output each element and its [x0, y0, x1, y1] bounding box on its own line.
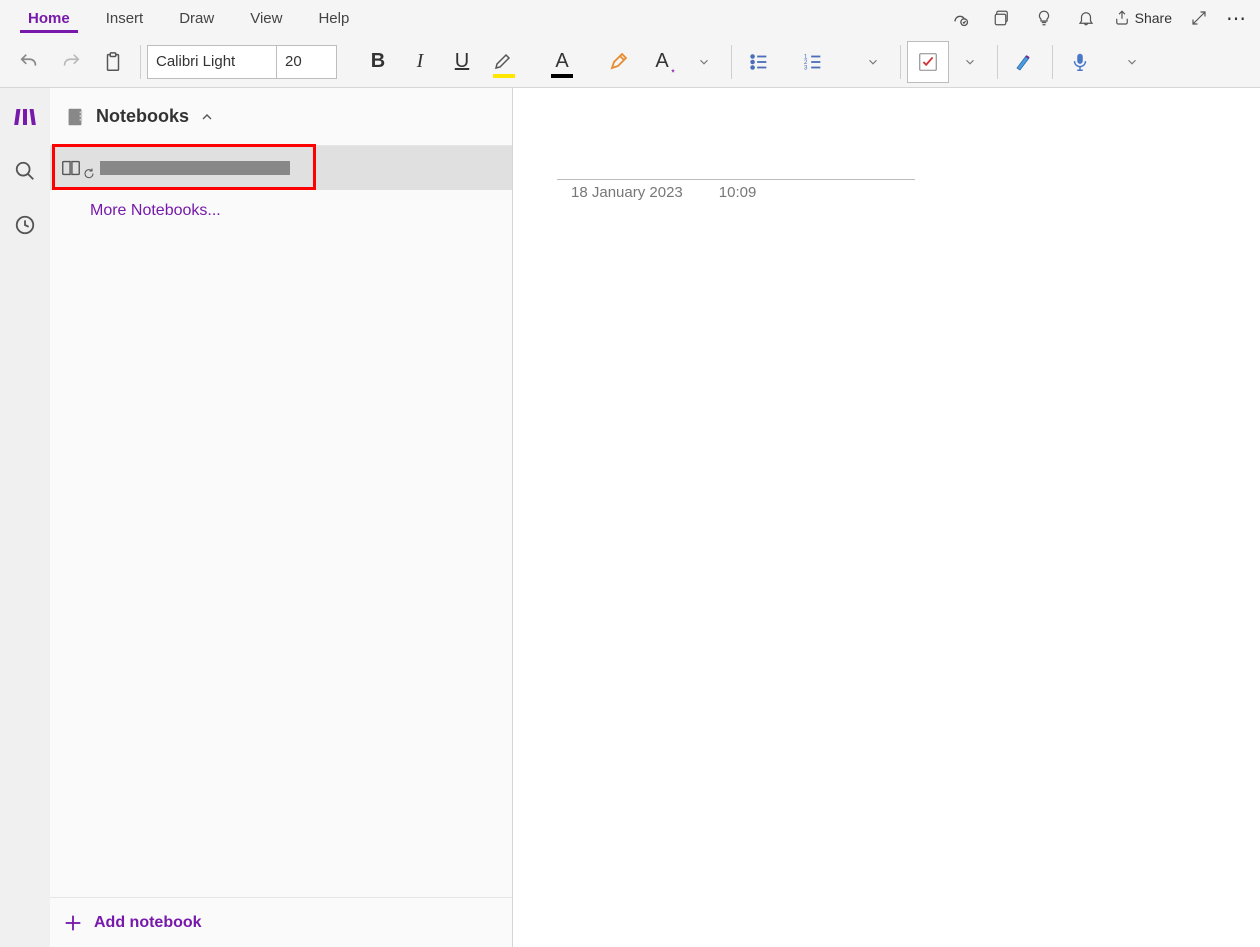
numbered-list-button[interactable]: 123 — [792, 41, 834, 83]
more-menu-icon[interactable]: ⋯ — [1226, 6, 1248, 31]
bold-button[interactable]: B — [357, 41, 399, 83]
overflow-dropdown[interactable] — [1111, 41, 1153, 83]
notebook-name-redacted — [100, 161, 290, 175]
notebooks-sidebar: Notebooks More Notebooks... Add notebook — [50, 88, 513, 947]
page-title-input[interactable] — [557, 148, 915, 180]
recent-rail-icon[interactable] — [10, 210, 40, 240]
redo-button[interactable] — [50, 41, 92, 83]
styles-dropdown[interactable] — [683, 41, 725, 83]
add-notebook-label: Add notebook — [94, 914, 202, 932]
font-size-input[interactable]: 20 — [277, 45, 337, 79]
feed-icon[interactable] — [987, 3, 1017, 33]
italic-button[interactable]: I — [399, 41, 441, 83]
sidebar-header[interactable]: Notebooks — [50, 88, 512, 146]
plus-icon — [62, 912, 84, 934]
highlight-button[interactable] — [483, 41, 525, 83]
open-notebook-icon — [60, 157, 82, 179]
page-date: 18 January 2023 — [571, 184, 683, 201]
bullet-list-button[interactable] — [738, 41, 780, 83]
tab-help[interactable]: Help — [300, 4, 367, 33]
todo-tag-button[interactable] — [907, 41, 949, 83]
sidebar-title: Notebooks — [96, 106, 189, 127]
more-notebooks-link[interactable]: More Notebooks... — [50, 190, 512, 220]
font-color-button[interactable]: A — [541, 41, 583, 83]
font-name-input[interactable]: Calibri Light — [147, 45, 277, 79]
sync-badge-icon — [82, 167, 94, 179]
toolbar: Calibri Light 20 B I U A A 123 — [0, 36, 1260, 88]
tab-view[interactable]: View — [232, 4, 300, 33]
content: Notebooks More Notebooks... Add notebook… — [0, 88, 1260, 947]
share-button[interactable]: Share — [1113, 9, 1172, 27]
separator — [140, 45, 141, 79]
svg-text:3: 3 — [804, 64, 808, 71]
menubar: Home Insert Draw View Help Share ⋯ — [0, 0, 1260, 36]
chevron-up-icon — [199, 109, 215, 125]
sync-status-icon[interactable] — [945, 3, 975, 33]
undo-button[interactable] — [8, 41, 50, 83]
page-canvas[interactable]: 18 January 2023 10:09 — [513, 88, 1260, 947]
separator — [731, 45, 732, 79]
clear-formatting-button[interactable] — [599, 41, 641, 83]
add-notebook-button[interactable]: Add notebook — [50, 897, 512, 947]
separator — [900, 45, 901, 79]
paragraph-dropdown[interactable] — [852, 41, 894, 83]
notebook-icon — [64, 106, 86, 128]
separator — [997, 45, 998, 79]
page-meta: 18 January 2023 10:09 — [557, 184, 1260, 201]
tab-draw[interactable]: Draw — [161, 4, 232, 33]
separator — [1052, 45, 1053, 79]
page-time: 10:09 — [719, 184, 757, 201]
notebook-item[interactable] — [50, 146, 512, 190]
notifications-icon[interactable] — [1071, 3, 1101, 33]
menubar-right: Share ⋯ — [945, 3, 1260, 33]
fullscreen-icon[interactable] — [1184, 3, 1214, 33]
notebooks-rail-icon[interactable] — [10, 102, 40, 132]
nav-rail — [0, 88, 50, 947]
ink-button[interactable] — [1004, 41, 1046, 83]
tab-insert[interactable]: Insert — [88, 4, 162, 33]
dictate-button[interactable] — [1059, 41, 1101, 83]
tab-home[interactable]: Home — [10, 4, 88, 33]
underline-button[interactable]: U — [441, 41, 483, 83]
tags-dropdown[interactable] — [949, 41, 991, 83]
clipboard-button[interactable] — [92, 41, 134, 83]
search-rail-icon[interactable] — [10, 156, 40, 186]
styles-button[interactable]: A — [641, 41, 683, 83]
lightbulb-icon[interactable] — [1029, 3, 1059, 33]
share-label: Share — [1135, 10, 1172, 26]
